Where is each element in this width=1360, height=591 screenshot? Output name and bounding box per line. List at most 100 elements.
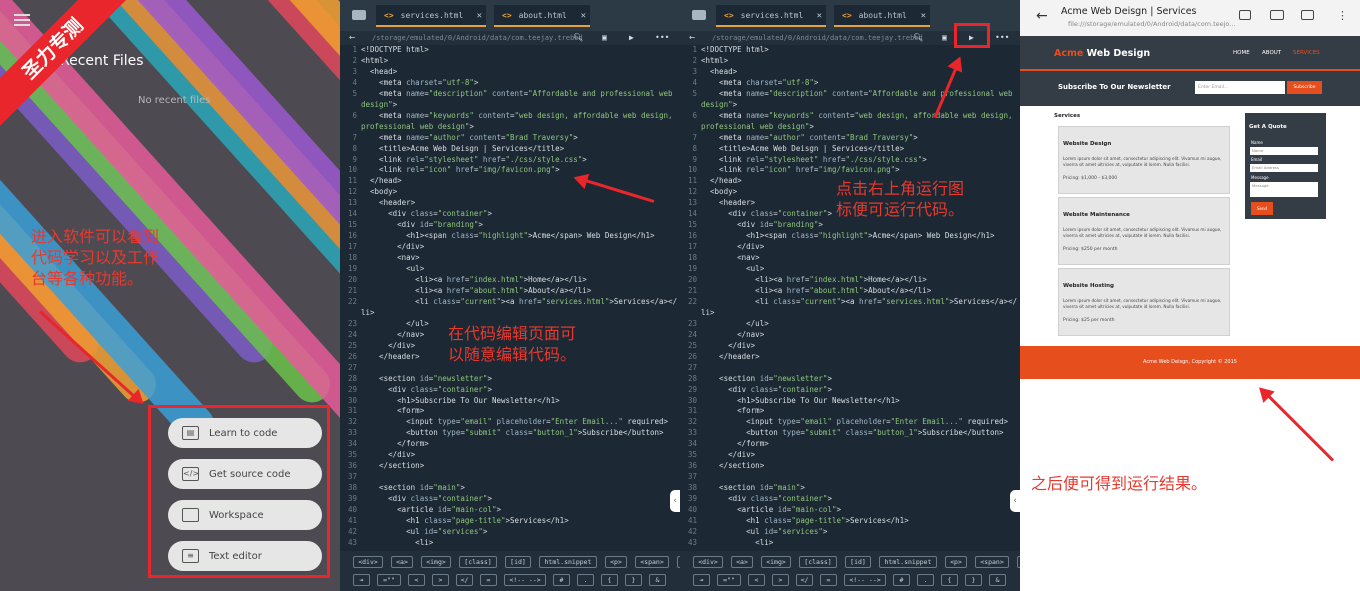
line-number: 25 [687,340,697,350]
learn-to-code-button[interactable]: ▤ Learn to code [168,418,322,448]
snippet-key[interactable]: <!-- --> [504,574,546,586]
desktop-icon[interactable] [1301,10,1314,20]
line-number: 21 [687,285,697,295]
snippet-key[interactable]: <p> [605,556,627,568]
tablet-icon[interactable] [1270,10,1284,20]
search-icon[interactable]: 🔍︎ [913,31,923,45]
message-field[interactable]: Message [1250,182,1318,197]
code-area[interactable]: 1 <!DOCTYPE html> 2 <html> 3 <head> 4 <meta c… [680,45,1020,591]
tab-label: about.html [518,11,567,20]
back-arrow-icon[interactable]: ← [1036,8,1048,24]
folder-icon[interactable] [352,10,366,20]
name-field[interactable]: Name [1250,147,1318,155]
snippet-key[interactable]: = [480,574,497,586]
snippet-key[interactable]: <a> [731,556,753,568]
back-arrow-icon[interactable]: ← [689,31,695,45]
snippet-key[interactable]: ="" [717,574,741,586]
snippet-key[interactable]: ="" [377,574,401,586]
tab-about[interactable]: <> about.html ✕ [834,5,930,27]
more-icon[interactable]: ••• [655,31,669,45]
snippet-key[interactable]: ⇥ [693,574,710,586]
code-token: href [446,275,465,285]
subscribe-button[interactable]: Subscribe [1287,81,1322,94]
snippet-key[interactable]: # [553,574,570,586]
close-icon[interactable]: ✕ [477,5,482,27]
nav-home[interactable]: HOME [1233,50,1250,56]
menu-icon[interactable] [14,14,30,26]
tab-about[interactable]: <> about.html ✕ [494,5,590,27]
snippet-key[interactable]: <div> [693,556,723,568]
run-icon[interactable]: ▶ [629,31,634,45]
snippet-key[interactable]: [id] [505,556,531,568]
snippet-key[interactable]: <a> [391,556,413,568]
send-button[interactable]: Send [1251,202,1273,215]
snippet-key[interactable]: <p> [945,556,967,568]
snippet-key[interactable]: > [432,574,449,586]
code-token: name [746,132,765,142]
snippet-key[interactable]: <img> [421,556,451,568]
code-token: "Enter Email..." [890,417,963,427]
snippet-key[interactable]: # [893,574,910,586]
phone-icon[interactable] [1239,10,1251,20]
code-area[interactable]: 1 <!DOCTYPE html> 2 <html> 3 <head> 4 <meta c… [340,45,680,591]
email-input[interactable]: Enter Email... [1195,81,1285,94]
back-arrow-icon[interactable]: ← [349,31,355,45]
snippet-key[interactable]: > [772,574,789,586]
save-icon[interactable]: ▣ [602,31,607,45]
snippet-key[interactable]: html.snippet [539,556,597,568]
close-icon[interactable]: ✕ [921,5,926,27]
snippet-key[interactable]: . [917,574,934,586]
snippet-key[interactable]: ⇥ [353,574,370,586]
snippet-key[interactable]: } [625,574,642,586]
snippet-key[interactable]: </ [796,574,813,586]
folder-icon[interactable] [692,10,706,20]
snippet-key[interactable]: . [577,574,594,586]
search-icon[interactable]: 🔍︎ [573,31,583,45]
snippet-key[interactable]: & [989,574,1006,586]
code-token: > [555,165,560,175]
code-line: design"> [340,100,680,111]
line-number: 35 [347,450,357,460]
snippet-key[interactable]: { [601,574,618,586]
snippet-key[interactable]: <span> [975,556,1009,568]
snippet-key[interactable]: < [408,574,425,586]
more-icon[interactable]: ••• [995,31,1009,45]
snippet-key[interactable]: [id] [845,556,871,568]
snippet-key[interactable]: = [820,574,837,586]
side-handle[interactable]: ‹ [670,490,680,512]
site-footer: Acme Web Deisgn, Copyright © 2015 [1020,346,1360,379]
code-token: > [496,505,501,515]
snippet-key[interactable]: </ [456,574,473,586]
snippet-key[interactable]: <div> [353,556,383,568]
get-source-code-button[interactable]: </> Get source code [168,459,322,489]
snippet-key[interactable]: { [941,574,958,586]
snippet-key[interactable]: <img> [761,556,791,568]
snippet-key[interactable]: [class] [799,556,837,568]
snippet-key[interactable]: [class] [459,556,497,568]
close-icon[interactable]: ✕ [581,5,586,27]
text-editor-button[interactable]: ≡ Text editor [168,541,322,571]
code-token: "services" [437,526,483,536]
url-bar[interactable]: file:///storage/emulated/0/Android/data/… [1068,20,1235,28]
snippet-key[interactable]: } [965,574,982,586]
close-icon[interactable]: ✕ [817,5,822,27]
code-token: </div> [361,340,416,350]
email-field[interactable]: Email Address [1250,164,1318,172]
tab-services[interactable]: <> services.html ✕ [376,5,486,27]
more-vert-icon[interactable]: ⋮ [1337,9,1348,22]
side-handle[interactable]: ‹ [1010,490,1020,512]
snippet-key[interactable]: <span> [635,556,669,568]
code-token: charset [746,77,778,87]
line-number: 18 [687,253,697,263]
snippet-key[interactable]: < [748,574,765,586]
snippet-key[interactable]: & [649,574,666,586]
code-token: >Acme</span> Web Design</h1> [868,231,995,241]
tab-services[interactable]: <> services.html ✕ [716,5,826,27]
workspace-button[interactable]: Workspace [168,500,322,530]
nav-services[interactable]: SERVICES [1293,50,1320,56]
snippet-key[interactable]: html.snippet [879,556,937,568]
code-token: href [446,285,465,295]
snippet-key[interactable]: <!-- --> [844,574,886,586]
nav-about[interactable]: ABOUT [1262,50,1281,56]
save-icon[interactable]: ▣ [942,31,947,45]
